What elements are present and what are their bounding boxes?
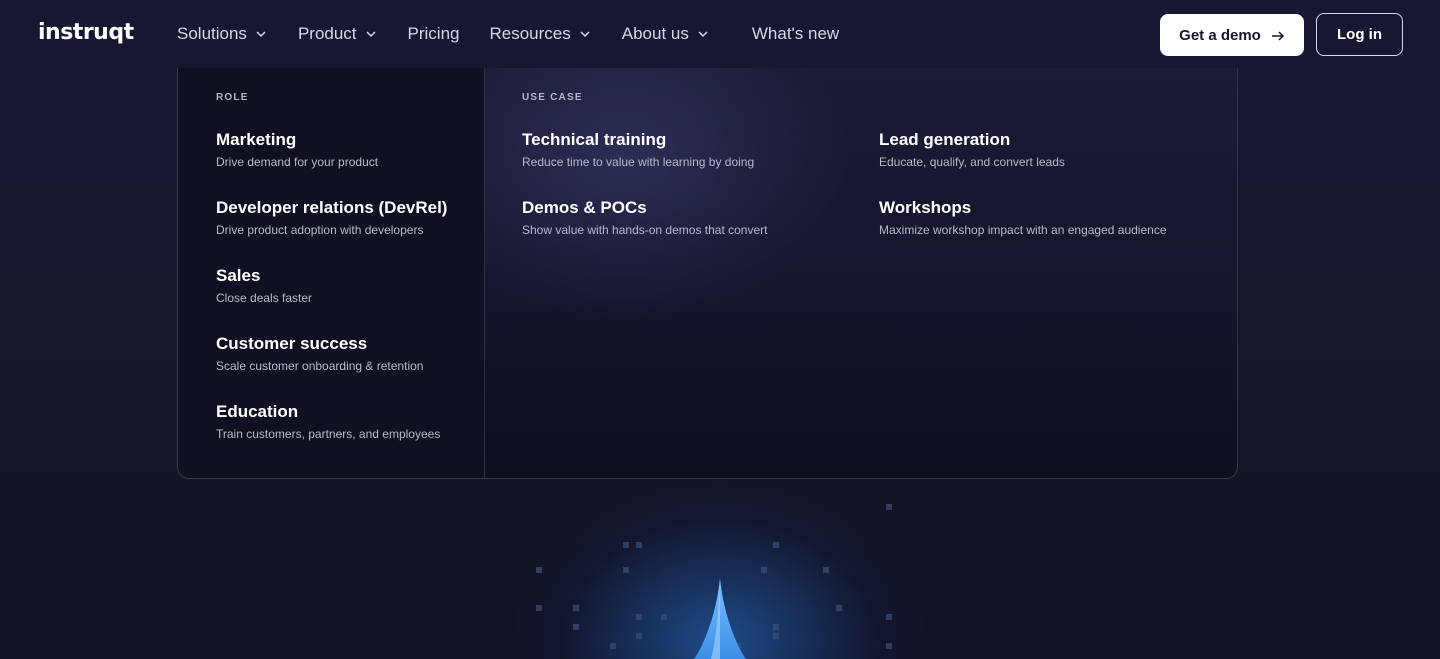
- menu-item-desc: Reduce time to value with learning by do…: [522, 155, 755, 169]
- menu-item-title: Technical training: [522, 130, 667, 149]
- use-case-section-label: USE CASE: [522, 92, 583, 103]
- menu-item-desc: Show value with hands-on demos that conv…: [522, 223, 768, 237]
- nav-pricing[interactable]: Pricing: [408, 22, 460, 46]
- login-button-label: Log in: [1337, 26, 1382, 43]
- instruqt-logo[interactable]: instruqt: [38, 20, 134, 45]
- menu-item-title: Workshops: [879, 198, 972, 217]
- use-case-column: USE CASE Technical training Reduce time …: [485, 68, 1237, 478]
- menu-item-title: Marketing: [216, 130, 297, 149]
- nav-label: What's new: [751, 24, 840, 43]
- solutions-dropdown: ROLE Marketing Drive demand for your pro…: [177, 68, 1238, 479]
- menu-item-customer-success[interactable]: Customer success Scale customer onboardi…: [216, 334, 423, 374]
- menu-item-desc: Drive product adoption with developers: [216, 223, 424, 237]
- menu-item-title: Demos & POCs: [522, 198, 647, 217]
- chevron-down-icon: [578, 27, 592, 41]
- nav-about-us[interactable]: About us: [622, 22, 710, 46]
- menu-item-desc: Drive demand for your product: [216, 155, 379, 169]
- nav-whats-new[interactable]: What's new: [752, 22, 839, 46]
- nav-label: Pricing: [407, 24, 460, 43]
- nav-label: Product: [297, 24, 357, 43]
- nav-label: Resources: [489, 24, 571, 43]
- menu-item-desc: Close deals faster: [216, 291, 313, 305]
- chevron-down-icon: [254, 27, 268, 41]
- site-header: instruqt Solutions Product Pricing Resou…: [0, 0, 1440, 68]
- menu-item-workshops[interactable]: Workshops Maximize workshop impact with …: [879, 198, 1167, 238]
- menu-item-desc: Train customers, partners, and employees: [216, 427, 441, 441]
- get-a-demo-button[interactable]: Get a demo: [1160, 14, 1304, 56]
- menu-item-title: Lead generation: [879, 130, 1011, 149]
- menu-item-sales[interactable]: Sales Close deals faster: [216, 266, 312, 306]
- role-section-label: ROLE: [216, 92, 249, 103]
- menu-item-title: Sales: [216, 266, 261, 285]
- menu-item-education[interactable]: Education Train customers, partners, and…: [216, 402, 440, 442]
- role-column: ROLE Marketing Drive demand for your pro…: [178, 68, 485, 478]
- nav-solutions[interactable]: Solutions: [177, 22, 268, 46]
- decorative-spire-graphic: [694, 578, 746, 659]
- menu-item-lead-generation[interactable]: Lead generation Educate, qualify, and co…: [879, 130, 1065, 170]
- menu-item-title: Developer relations (DevRel): [216, 198, 448, 217]
- menu-item-desc: Maximize workshop impact with an engaged…: [879, 223, 1167, 237]
- menu-item-marketing[interactable]: Marketing Drive demand for your product: [216, 130, 378, 170]
- nav-product[interactable]: Product: [298, 22, 378, 46]
- nav-label: About us: [621, 24, 689, 43]
- menu-item-demos-pocs[interactable]: Demos & POCs Show value with hands-on de…: [522, 198, 767, 238]
- menu-item-technical-training[interactable]: Technical training Reduce time to value …: [522, 130, 754, 170]
- chevron-down-icon: [364, 27, 378, 41]
- demo-button-label: Get a demo: [1179, 26, 1261, 44]
- menu-item-title: Education: [216, 402, 299, 421]
- log-in-button[interactable]: Log in: [1316, 13, 1403, 56]
- menu-item-title: Customer success: [216, 334, 368, 353]
- nav-label: Solutions: [177, 24, 247, 43]
- menu-item-desc: Scale customer onboarding & retention: [216, 359, 424, 373]
- page: instruqt Solutions Product Pricing Resou…: [0, 0, 1440, 659]
- menu-item-devrel[interactable]: Developer relations (DevRel) Drive produ…: [216, 198, 447, 238]
- nav-resources[interactable]: Resources: [490, 22, 592, 46]
- chevron-down-icon: [696, 27, 710, 41]
- arrow-right-icon: [1271, 29, 1285, 41]
- menu-item-desc: Educate, qualify, and convert leads: [879, 155, 1065, 169]
- main-nav: Solutions Product Pricing Resources Abou…: [177, 22, 869, 46]
